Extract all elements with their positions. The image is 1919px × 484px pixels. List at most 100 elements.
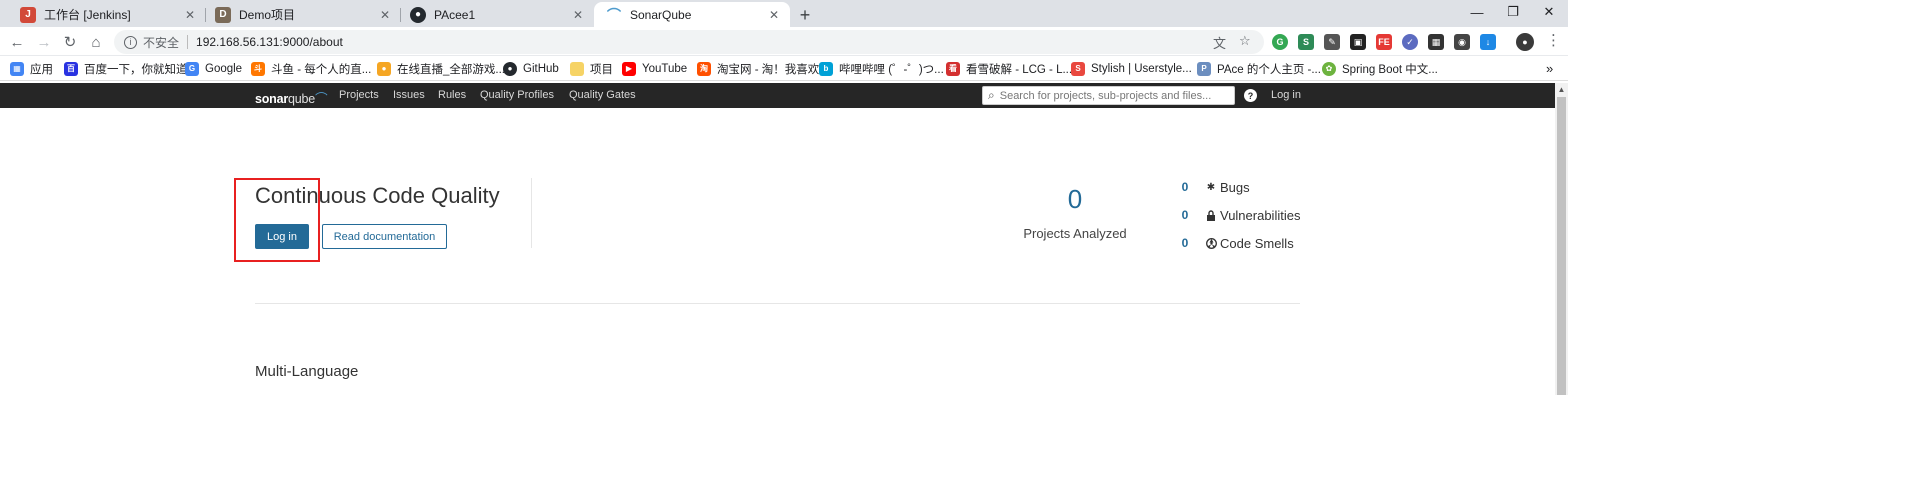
extension-icon[interactable]: ▦ <box>1428 34 1444 50</box>
extension-icon[interactable]: FE <box>1376 34 1392 50</box>
bookmark-folder[interactable]: 项目 <box>570 60 613 77</box>
extension-icon[interactable]: ✓ <box>1402 34 1418 50</box>
tab-title: PAcee1 <box>434 7 476 22</box>
search-icon: ⌕ <box>988 88 995 102</box>
help-icon[interactable]: ? <box>1244 89 1257 102</box>
search-placeholder: Search for projects, sub-projects and fi… <box>999 89 1212 102</box>
star-icon[interactable]: ☆ <box>1239 33 1251 49</box>
bookmark-youtube[interactable]: ▶ YouTube <box>622 60 687 77</box>
projects-count[interactable]: 0 <box>1045 184 1105 215</box>
metric-value[interactable]: 0 <box>1178 208 1192 222</box>
tab-strip: J 工作台 [Jenkins] ✕ D Demo项目 ✕ ● PAcee1 ✕ … <box>0 0 1568 27</box>
nav-login-link[interactable]: Log in <box>1271 89 1301 101</box>
bookmark-pace[interactable]: P PAce 的个人主页 -... <box>1197 60 1321 77</box>
search-input[interactable]: ⌕ Search for projects, sub-projects and … <box>982 86 1235 105</box>
spring-icon: ✿ <box>1322 61 1336 76</box>
section-divider <box>255 303 1300 304</box>
github-icon: ● <box>503 61 517 76</box>
projects-label: Projects Analyzed <box>1023 226 1127 241</box>
forward-button[interactable]: → <box>33 31 55 53</box>
logo-wave-icon: ⌒ <box>315 92 328 106</box>
metric-label: Bugs <box>1220 179 1250 195</box>
apps-icon: ▦ <box>10 61 24 76</box>
sonarqube-icon: ⌒ <box>607 6 621 23</box>
avatar[interactable]: ● <box>1516 33 1534 51</box>
bookmark-bilibili[interactable]: b 哔哩哔哩 (゜-゜)つ... <box>819 60 944 77</box>
metric-label: Vulnerabilities <box>1220 207 1301 223</box>
stylish-icon: S <box>1071 61 1085 76</box>
back-button[interactable]: ← <box>6 31 28 53</box>
sonarqube-logo[interactable]: sonarqube⌒ <box>255 88 328 107</box>
nav-quality-profiles[interactable]: Quality Profiles <box>480 89 554 101</box>
nav-rules[interactable]: Rules <box>438 89 466 101</box>
bookmark-label: 百度一下，你就知道 <box>84 63 188 76</box>
browser-toolbar: ← → ↻ ⌂ i 不安全 192.168.56.131:9000/about … <box>0 27 1568 56</box>
tab-sonarqube[interactable]: ⌒ SonarQube ✕ <box>594 2 790 27</box>
huya-icon: ● <box>377 61 391 76</box>
extension-icon[interactable]: ▣ <box>1350 34 1366 50</box>
kanxue-icon: 看 <box>946 61 960 76</box>
bookmark-label: 看雪破解 - LCG - L... <box>966 63 1073 76</box>
tab-title: Demo项目 <box>239 8 296 22</box>
close-icon[interactable]: ✕ <box>766 7 782 23</box>
bookmark-label: Google <box>205 62 243 75</box>
new-tab-button[interactable]: + <box>794 4 816 26</box>
url-text[interactable]: 192.168.56.131:9000/about <box>196 35 343 49</box>
extension-icon[interactable]: S <box>1298 34 1314 50</box>
baidu-icon: 百 <box>64 61 78 76</box>
address-bar[interactable]: i 不安全 192.168.56.131:9000/about <box>114 30 1264 54</box>
scroll-up-arrow[interactable]: ▲ <box>1555 83 1568 96</box>
douyu-icon: 斗 <box>251 61 265 76</box>
bookmark-spring[interactable]: ✿ Spring Boot 中文... <box>1322 60 1438 77</box>
bookmark-douyu[interactable]: 斗斗鱼 - 每个人的直... <box>251 60 371 77</box>
tab-jenkins[interactable]: J 工作台 [Jenkins] ✕ <box>8 2 206 27</box>
extension-icon[interactable]: ↓ <box>1480 34 1496 50</box>
bookmark-baidu[interactable]: 百百度一下，你就知道 <box>64 60 188 77</box>
bookmark-label: 哔哩哔哩 (゜-゜)つ... <box>839 63 944 76</box>
bookmarks-overflow[interactable]: » <box>1546 60 1553 77</box>
restore-button[interactable]: ❐ <box>1494 0 1532 24</box>
bookmark-github[interactable]: ● GitHub <box>503 60 559 77</box>
info-icon[interactable]: i <box>124 35 137 49</box>
read-documentation-button[interactable]: Read documentation <box>322 224 447 249</box>
bookmark-label: Spring Boot 中文... <box>1342 63 1438 76</box>
close-window-button[interactable]: ✕ <box>1530 0 1568 24</box>
bilibili-icon: b <box>819 61 833 76</box>
nav-issues[interactable]: Issues <box>393 89 425 101</box>
bookmark-taobao[interactable]: 淘淘宝网 - 淘！我喜欢 <box>697 60 819 77</box>
bookmark-label: YouTube <box>642 62 688 75</box>
bookmark-stylish[interactable]: S Stylish | Userstyle... <box>1071 60 1192 77</box>
bookmark-label: 斗鱼 - 每个人的直... <box>271 63 372 76</box>
bookmark-label: GitHub <box>523 62 559 75</box>
tab-demo[interactable]: D Demo项目 ✕ <box>203 2 401 27</box>
home-button[interactable]: ⌂ <box>85 31 107 53</box>
extension-icon[interactable]: G <box>1272 34 1288 50</box>
nav-quality-gates[interactable]: Quality Gates <box>569 89 636 101</box>
close-icon[interactable]: ✕ <box>377 7 393 23</box>
bookmarks-bar: ▦ 应用 百百度一下，你就知道 G Google 斗斗鱼 - 每个人的直... ● 在… <box>0 56 1568 81</box>
bookmark-live[interactable]: ● 在线直播_全部游戏... <box>377 60 505 77</box>
tab-title: 工作台 [Jenkins] <box>44 8 131 22</box>
bookmark-label: PAce 的个人主页 -... <box>1217 63 1321 76</box>
menu-icon[interactable]: ⋮ <box>1546 31 1561 49</box>
bookmark-apps[interactable]: ▦ 应用 <box>10 60 53 77</box>
insecure-label: 不安全 <box>143 35 180 50</box>
minimize-button[interactable]: — <box>1458 0 1496 24</box>
reload-button[interactable]: ↻ <box>59 31 81 53</box>
bookmark-kanxue[interactable]: 看看雪破解 - LCG - L... <box>946 60 1072 77</box>
vertical-divider <box>531 178 532 248</box>
metric-value[interactable]: 0 <box>1178 236 1192 250</box>
bookmark-google[interactable]: G Google <box>185 60 242 77</box>
metric-label: Code Smells <box>1220 235 1294 251</box>
tab-pacee1[interactable]: ● PAcee1 ✕ <box>398 2 594 27</box>
close-icon[interactable]: ✕ <box>182 7 198 23</box>
nav-projects[interactable]: Projects <box>339 89 379 101</box>
scroll-thumb[interactable] <box>1557 97 1566 395</box>
extension-icon[interactable]: ✎ <box>1324 34 1340 50</box>
bug-icon: ✱ <box>1206 181 1216 193</box>
translate-icon[interactable]: 文 <box>1213 33 1226 52</box>
scrollbar[interactable]: ▲ <box>1555 83 1568 395</box>
close-icon[interactable]: ✕ <box>570 7 586 23</box>
metric-value[interactable]: 0 <box>1178 180 1192 194</box>
extension-icon[interactable]: ◉ <box>1454 34 1470 50</box>
